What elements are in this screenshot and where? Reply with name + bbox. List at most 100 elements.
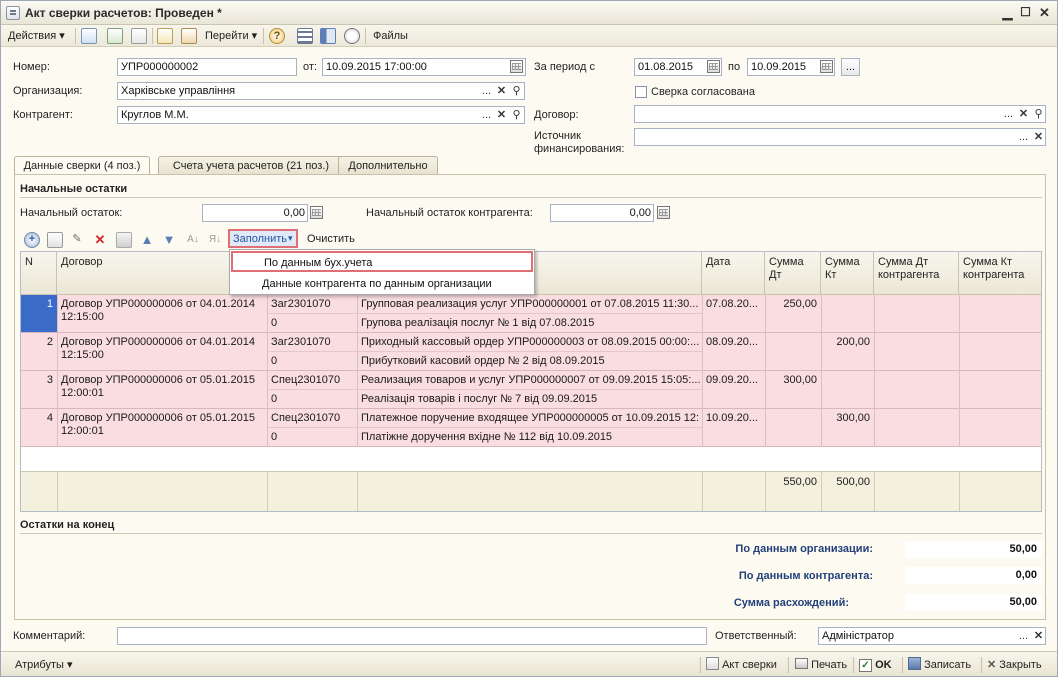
organization-field[interactable]: Харківське управління — [117, 82, 525, 100]
table-row[interactable]: 3 Договор УПР000000006 от 05.01.2015 12:00… — [21, 371, 1041, 409]
tab-accounts[interactable]: Счета учета расчетов (21 поз.) — [158, 156, 344, 175]
column-header-cp-credit[interactable]: Сумма Кт контрагента — [959, 252, 1041, 295]
date-field[interactable]: 10.09.2015 17:00:00 — [322, 58, 526, 76]
counterparty-field[interactable]: Круглов М.М. — [117, 106, 525, 124]
clear-x-icon[interactable]: ✕ — [1016, 107, 1031, 122]
print-button[interactable]: Печать — [795, 657, 847, 673]
copy-document-icon[interactable] — [131, 28, 147, 44]
files-button[interactable]: Файлы — [373, 28, 408, 44]
ok-button[interactable]: ✓ OK — [859, 657, 892, 673]
column-divider — [765, 409, 766, 447]
table-totals-row: 550,00 500,00 — [21, 471, 1041, 511]
save-button[interactable]: Записать — [908, 657, 971, 673]
select-button[interactable]: ... — [1001, 107, 1016, 122]
select-button[interactable]: ... — [479, 84, 494, 99]
calculator-icon[interactable] — [310, 206, 323, 219]
calendar-icon[interactable] — [510, 60, 523, 73]
list-view-icon[interactable] — [297, 28, 313, 44]
calendar-icon[interactable] — [820, 60, 833, 73]
structure-icon[interactable] — [320, 28, 336, 44]
calendar-icon[interactable] — [707, 60, 720, 73]
responsible-field[interactable]: Адміністратор — [818, 627, 1046, 645]
table-row[interactable]: 2 Договор УПР000000006 от 04.01.2014 12:15… — [21, 333, 1041, 371]
back-arrow-icon[interactable] — [81, 28, 97, 44]
magnifier-icon[interactable]: ⚲ — [1031, 107, 1046, 122]
goto-menu-button[interactable]: Перейти ▾ — [205, 28, 257, 44]
table-row[interactable]: 1 Договор УПР000000006 от 04.01.2014 12:15… — [21, 295, 1041, 333]
row-contract-time: 12:15:00 — [61, 349, 104, 361]
column-header-debit[interactable]: Сумма Дт — [765, 252, 821, 295]
row-debit: 250,00 — [783, 298, 817, 310]
select-button[interactable]: ... — [1016, 130, 1031, 145]
opening-balance-field[interactable]: 0,00 — [202, 204, 308, 222]
sort-descending-icon[interactable]: Я↓ — [207, 232, 223, 248]
select-button[interactable]: ... — [1016, 629, 1031, 644]
clock-icon[interactable] — [344, 28, 360, 44]
end-edit-icon[interactable] — [116, 232, 132, 248]
move-up-icon[interactable]: ▲ — [139, 232, 155, 248]
close-x-icon: ✕ — [987, 659, 997, 671]
column-divider — [959, 472, 960, 511]
row-document: Платежное поручение входящее УПР00000000… — [361, 412, 700, 424]
help-icon[interactable]: ? — [269, 28, 285, 44]
contract-field[interactable] — [634, 105, 1046, 123]
tab-reconciliation-data[interactable]: Данные сверки (4 поз.) — [14, 156, 150, 176]
period-select-button[interactable]: ... — [841, 58, 860, 76]
number-field[interactable]: УПР000000002 — [117, 58, 297, 76]
cp-opening-balance-field[interactable]: 0,00 — [550, 204, 654, 222]
column-divider — [702, 472, 703, 511]
column-header-credit[interactable]: Сумма Кт — [821, 252, 874, 295]
credit-header-line1: Сумма — [825, 256, 860, 268]
clear-x-icon[interactable]: ✕ — [1031, 629, 1046, 644]
column-header-cp-debit[interactable]: Сумма Дт контрагента — [874, 252, 959, 295]
print-label: Печать — [811, 659, 848, 671]
column-divider — [57, 409, 58, 447]
magnifier-icon[interactable]: ⚲ — [509, 84, 524, 99]
add-row-icon[interactable]: + — [24, 232, 40, 248]
post-document-icon[interactable] — [157, 28, 173, 44]
sort-ascending-icon[interactable]: A↓ — [185, 232, 201, 248]
unpost-document-icon[interactable] — [181, 28, 197, 44]
refresh-icon[interactable] — [107, 28, 123, 44]
delete-row-icon[interactable]: ✕ — [92, 232, 108, 248]
window-title: Акт сверки расчетов: Проведен * — [25, 6, 222, 20]
calculator-icon[interactable] — [657, 206, 670, 219]
closing-org-value: 50,00 — [905, 541, 1043, 558]
close-window-icon[interactable]: ✕ — [1036, 4, 1053, 21]
period-to-value: 10.09.2015 — [751, 61, 807, 73]
agreed-checkbox[interactable] — [635, 86, 647, 98]
comment-field[interactable] — [117, 627, 707, 645]
column-header-date[interactable]: Дата — [702, 252, 765, 295]
attributes-menu-button[interactable]: Атрибуты ▾ — [15, 657, 73, 673]
copy-row-icon[interactable] — [47, 232, 63, 248]
toolbar-separator — [75, 28, 76, 44]
row-contract: Договор УПР000000006 от 04.01.2014 — [61, 336, 255, 348]
menu-item-counterparty-data[interactable]: Данные контрагента по данным организации — [231, 274, 533, 295]
close-button[interactable]: ✕ Закрыть — [987, 657, 1042, 673]
maximize-icon[interactable]: ☐ — [1017, 4, 1034, 21]
tab-additional[interactable]: Дополнительно — [338, 156, 438, 175]
actions-menu-button[interactable]: Действия ▾ — [8, 28, 65, 44]
checkmark-icon: ✓ — [859, 659, 872, 672]
goto-label: Перейти — [205, 30, 249, 42]
row-document: Групповая реализация услуг УПР000000001 … — [361, 298, 699, 310]
magnifier-icon[interactable]: ⚲ — [509, 108, 524, 123]
clear-x-icon[interactable]: ✕ — [1031, 130, 1046, 145]
source-field[interactable] — [634, 128, 1046, 146]
edit-row-icon[interactable]: ✎ — [69, 232, 85, 248]
move-down-icon[interactable]: ▼ — [161, 232, 177, 248]
fill-button[interactable]: Заполнить ▾ — [228, 229, 298, 248]
act-button[interactable]: Акт сверки — [706, 657, 777, 673]
minimize-icon[interactable]: ▁ — [999, 4, 1016, 21]
cp-opening-balance-label: Начальный остаток контрагента: — [366, 207, 533, 219]
menu-item-by-accounting[interactable]: По данным бух.учета — [231, 251, 533, 272]
close-label: Закрыть — [999, 659, 1042, 671]
clear-x-icon[interactable]: ✕ — [494, 84, 509, 99]
clear-x-icon[interactable]: ✕ — [494, 108, 509, 123]
row-code-sub: 0 — [271, 431, 278, 443]
clear-button[interactable]: Очистить — [307, 233, 355, 245]
row-contract: Договор УПР000000006 от 04.01.2014 — [61, 298, 255, 310]
select-button[interactable]: ... — [479, 108, 494, 123]
column-header-n[interactable]: N — [21, 252, 57, 295]
table-row[interactable]: 4 Договор УПР000000006 от 05.01.2015 12:00… — [21, 409, 1041, 447]
